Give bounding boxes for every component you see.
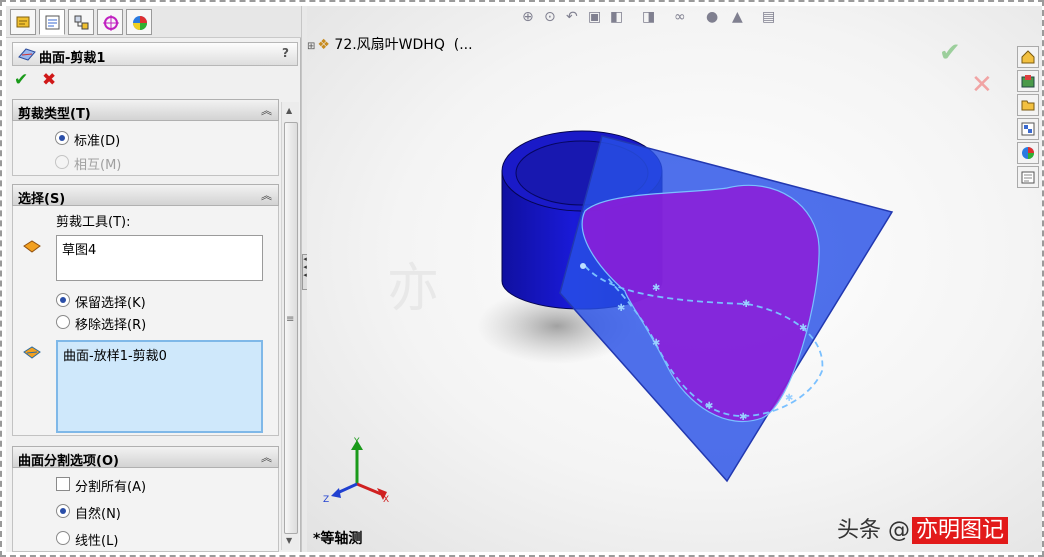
spline-point-marker: ✱ bbox=[742, 299, 750, 310]
ok-cancel-bar: ✔ ✖ bbox=[14, 70, 94, 92]
spline-point-marker: ✱ bbox=[652, 338, 660, 349]
watermark: 头条 @ 亦明图记 bbox=[837, 512, 1009, 544]
sketch-selection-icon bbox=[23, 240, 41, 253]
spline-point-marker: ✱ bbox=[785, 393, 793, 404]
radio-linear-label: 线性(L) bbox=[75, 534, 119, 549]
property-manager-panel: 曲面-剪裁1 ? ✔ ✖ 剪裁类型(T) ︽ 标准(D) 相互(M) 选择(S)… bbox=[6, 6, 301, 552]
selection-group: 选择(S) ︽ 剪裁工具(T): 草图4 保留选择(K) 移除选择(R) 曲面-… bbox=[12, 184, 279, 436]
surface-selection-icon bbox=[23, 346, 41, 359]
watermark-name: 亦明图记 bbox=[912, 517, 1009, 544]
property-manager-tab[interactable] bbox=[39, 9, 65, 35]
radio-keep[interactable] bbox=[56, 293, 70, 307]
display-manager-icon bbox=[133, 16, 147, 30]
collapse-chevron-icon[interactable]: ︽ bbox=[261, 449, 272, 465]
trim-tool-selection-box[interactable]: 草图4 bbox=[56, 235, 263, 281]
spline-point-marker: ✱ bbox=[799, 323, 807, 334]
radio-mutual bbox=[55, 155, 69, 169]
selection-body: 剪裁工具(T): 草图4 保留选择(K) 移除选择(R) 曲面-放样1-剪裁0 bbox=[12, 206, 279, 436]
scroll-down-arrow-icon[interactable]: ▼ bbox=[286, 536, 292, 545]
radio-natural-label: 自然(N) bbox=[75, 507, 121, 522]
spline-point-marker: ✱ bbox=[652, 283, 660, 294]
radio-remove-label: 移除选择(R) bbox=[75, 318, 147, 333]
configuration-manager-tab[interactable] bbox=[68, 9, 94, 35]
pieces-selection-box[interactable]: 曲面-放样1-剪裁0 bbox=[56, 340, 263, 433]
spline-point-marker: ✱ bbox=[705, 401, 713, 412]
radio-mutual-label: 相互(M) bbox=[74, 158, 122, 173]
scroll-up-arrow-icon[interactable]: ▲ bbox=[286, 106, 292, 115]
radio-remove[interactable] bbox=[56, 315, 70, 329]
trim-type-title: 剪裁类型(T) bbox=[18, 107, 91, 122]
collapse-chevron-icon[interactable]: ︽ bbox=[261, 187, 272, 203]
feature-manager-tab[interactable] bbox=[10, 9, 36, 35]
collapse-chevron-icon[interactable]: ︽ bbox=[261, 102, 272, 118]
radio-natural[interactable] bbox=[56, 504, 70, 518]
trim-type-group: 剪裁类型(T) ︽ 标准(D) 相互(M) bbox=[12, 99, 279, 176]
scrollbar-thumb[interactable] bbox=[284, 122, 298, 534]
configuration-manager-icon bbox=[74, 15, 89, 30]
radio-linear[interactable] bbox=[56, 531, 70, 545]
property-manager-icon bbox=[45, 15, 60, 30]
trim-tool-label: 剪裁工具(T): bbox=[56, 215, 131, 230]
ok-check-icon[interactable]: ✔ bbox=[14, 70, 28, 90]
help-button[interactable]: ? bbox=[282, 46, 289, 60]
split-options-title: 曲面分割选项(O) bbox=[18, 454, 119, 469]
spline-point-marker: ✱ bbox=[739, 412, 747, 423]
display-manager-tab[interactable] bbox=[126, 9, 152, 35]
split-options-body: 分割所有(A) 自然(N) 线性(L) bbox=[12, 468, 279, 552]
faint-logo-mark: 亦 bbox=[387, 259, 439, 319]
triad-z-label: Z bbox=[323, 495, 329, 505]
selection-header[interactable]: 选择(S) ︽ bbox=[12, 184, 279, 207]
scroll-grip-icon: ≡ bbox=[286, 314, 295, 325]
trim-surface-icon bbox=[18, 48, 36, 61]
split-options-header[interactable]: 曲面分割选项(O) ︽ bbox=[12, 446, 279, 469]
view-orientation-label: *等轴测 bbox=[313, 531, 363, 547]
radio-standard-label: 标准(D) bbox=[74, 134, 121, 149]
manager-tab-bar bbox=[6, 6, 301, 38]
graphics-area[interactable]: ⊕ ⊙ ↶ ▣ ◧ ◨ ∞ ● ▲ ▤ ⊞ ❖ 72.风扇叶WDHQ (... ✔… bbox=[307, 6, 1042, 552]
radio-standard[interactable] bbox=[55, 131, 69, 145]
spline-point-marker: ✱ bbox=[617, 303, 625, 314]
dimxpert-icon bbox=[103, 15, 119, 31]
triad-x-label: X bbox=[383, 495, 389, 505]
dimxpert-tab[interactable] bbox=[97, 9, 123, 35]
radio-keep-label: 保留选择(K) bbox=[75, 296, 146, 311]
panel-scrollbar[interactable]: ▲ ≡ ▼ bbox=[281, 102, 299, 550]
spline-start-point[interactable] bbox=[580, 263, 586, 269]
trim-type-header[interactable]: 剪裁类型(T) ︽ bbox=[12, 99, 279, 122]
split-all-label: 分割所有(A) bbox=[75, 480, 147, 495]
feature-manager-icon bbox=[16, 16, 30, 28]
feature-title: 曲面-剪裁1 bbox=[39, 51, 106, 66]
cancel-x-icon[interactable]: ✖ bbox=[42, 70, 56, 90]
split-options-group: 曲面分割选项(O) ︽ 分割所有(A) 自然(N) 线性(L) bbox=[12, 446, 279, 552]
reference-triad: Y X Z bbox=[323, 437, 389, 505]
trim-tool-value: 草图4 bbox=[62, 243, 97, 258]
feature-title-bar: 曲面-剪裁1 ? bbox=[12, 42, 298, 66]
triad-y-label: Y bbox=[353, 437, 360, 447]
model-viewport[interactable]: ✱ ✱ ✱ ✱ ✱ ✱ ✱ ✱ 亦 bbox=[307, 6, 1042, 552]
selection-title: 选择(S) bbox=[18, 192, 66, 207]
app-window: 曲面-剪裁1 ? ✔ ✖ 剪裁类型(T) ︽ 标准(D) 相互(M) 选择(S)… bbox=[0, 0, 1044, 557]
trim-type-body: 标准(D) 相互(M) bbox=[12, 121, 279, 176]
pieces-value: 曲面-放样1-剪裁0 bbox=[63, 349, 167, 364]
split-all-checkbox[interactable] bbox=[56, 477, 70, 491]
watermark-prefix: 头条 @ bbox=[837, 518, 910, 543]
